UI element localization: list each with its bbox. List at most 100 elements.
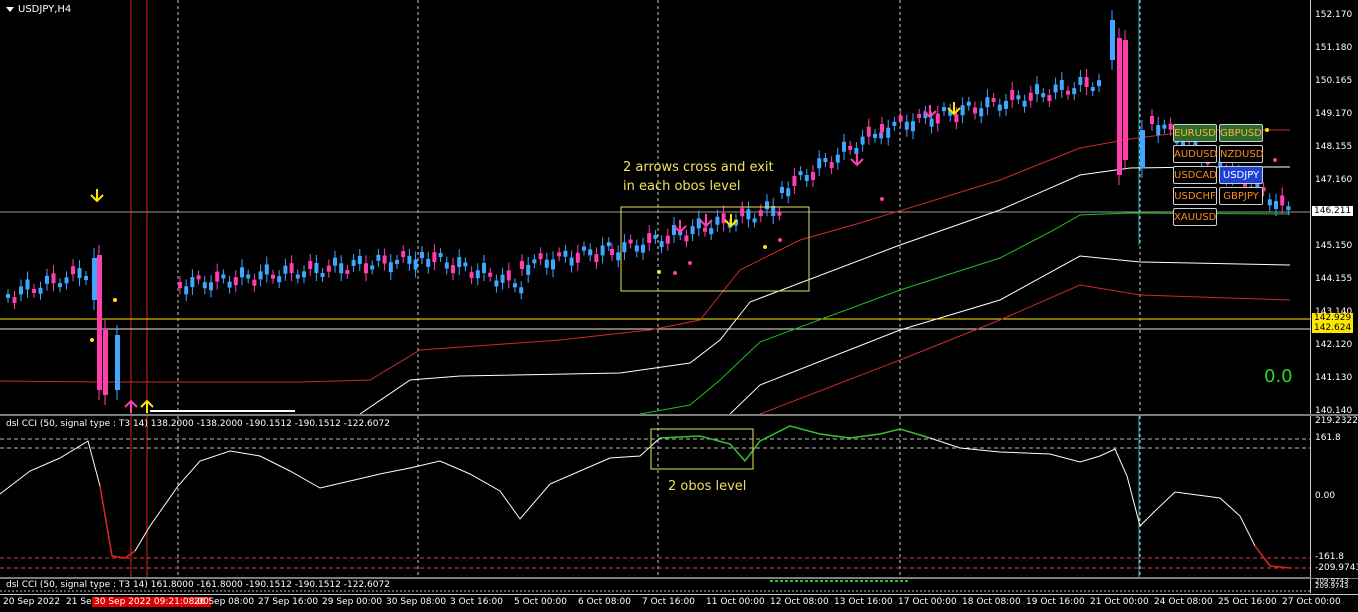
candle-body (469, 272, 474, 279)
candle-body (848, 145, 853, 150)
candle-body (51, 273, 56, 284)
candle-body (345, 269, 350, 274)
candle-body (444, 262, 449, 269)
candle-body (1090, 87, 1095, 92)
symbol-button-usdchf[interactable]: USDCHF (1173, 187, 1217, 205)
mini-indicator-pane[interactable]: dsl CCI (50, signal type : T3 14) 161.80… (0, 579, 1310, 593)
cci-tick-label: -161.8 (1315, 552, 1345, 562)
candle-body (395, 259, 399, 264)
time-tick-label: 7 Oct 16:00 (642, 597, 695, 607)
candle-body (780, 187, 784, 193)
candle-body (289, 263, 294, 274)
cci-indicator-pane[interactable]: dsl CCI (50, signal type : T3 14) 138.20… (0, 416, 1310, 578)
price-tick-label: 149.170 (1315, 109, 1353, 119)
time-tick-label: 6 Oct 08:00 (578, 597, 631, 607)
candle-body (997, 104, 1002, 111)
cci-oversold-segment (1254, 545, 1291, 569)
candle-body (659, 241, 664, 248)
candle-body (1010, 89, 1015, 100)
cci-indicator-canvas[interactable] (0, 416, 1310, 578)
candle-body (209, 282, 213, 291)
mini-indicator-label: dsl CCI (50, signal type : T3 14) 161.80… (6, 580, 390, 590)
candle-body (538, 253, 543, 260)
price-tick-label: 150.165 (1315, 76, 1353, 86)
candle-body (326, 265, 331, 272)
candle-body (991, 97, 996, 102)
candle-body (606, 242, 611, 247)
symbol-button-usdcad[interactable]: USDCAD (1173, 166, 1217, 184)
band-lower-white (729, 255, 1291, 414)
candle-body (929, 118, 934, 127)
candle-body (628, 239, 633, 244)
symbol-button-audusd[interactable]: AUDUSD (1173, 145, 1217, 163)
symbol-button-eurusd[interactable]: EURUSD (1173, 124, 1217, 142)
candle-body (25, 279, 30, 290)
price-tick-label: 141.130 (1315, 373, 1353, 383)
symbol-button-xauusd[interactable]: XAUUSD (1173, 208, 1217, 226)
main-price-axis[interactable]: 152.170 151.180 150.165 149.170 148.155 147.1… (1310, 0, 1358, 416)
price-chart-pane[interactable]: USDJPY,H4 2 arrows cross and exit in eac… (0, 0, 1310, 414)
time-axis[interactable]: 20 Sep 2022 21 Sep 30 Sep 2022 09:21:08:00… (0, 594, 1358, 612)
candle-body (364, 263, 368, 274)
candle-body (1280, 195, 1285, 206)
candle-body (594, 254, 599, 263)
symbol-button-gbpjpy[interactable]: GBPJPY (1219, 187, 1263, 205)
candle-body (1004, 100, 1008, 109)
candle-body (252, 279, 257, 286)
candle-body (1016, 95, 1021, 100)
candle-body (58, 283, 62, 288)
candle-body (569, 257, 574, 266)
chart-menu-triangle-icon[interactable] (6, 7, 14, 12)
candle-body (532, 259, 537, 264)
candle-body (935, 113, 940, 124)
candle-body (600, 245, 605, 256)
price-chart-canvas[interactable] (0, 0, 1310, 414)
time-tick-label: 19 Oct 16:00 (1026, 597, 1085, 607)
hline-tag-2: 142.624 (1312, 323, 1354, 333)
candle-body (12, 296, 17, 303)
down-arrow-icon (699, 214, 713, 228)
candle-body (38, 287, 43, 294)
cci-tick-label: -209.9743 (1315, 563, 1358, 573)
candle-body (302, 271, 306, 278)
candle-body (544, 259, 549, 268)
candle-body (1059, 79, 1064, 90)
time-tick-label: 24 Oct 08:00 (1154, 597, 1213, 607)
candle-body (616, 252, 621, 261)
candle-body (92, 258, 97, 300)
cci-price-axis[interactable]: 219.2322 161.8 0.00 -161.8 -209.9743 (1310, 416, 1358, 578)
annotation-box (650, 428, 754, 470)
candle-body (184, 286, 189, 295)
time-tick-label: 3 Oct 16:00 (450, 597, 503, 607)
price-tick-label: 145.150 (1315, 241, 1353, 251)
symbol-button-gbpusd[interactable]: GBPUSD (1219, 124, 1263, 142)
candle-body (1156, 125, 1161, 136)
symbol-button-usdjpy[interactable]: USDJPY (1219, 166, 1263, 184)
candle-body (178, 282, 182, 288)
candle-body (457, 257, 462, 268)
symbol-button-nzdusd[interactable]: NZDUSD (1219, 145, 1263, 163)
candle-body (32, 288, 36, 293)
cci-indicator-label: dsl CCI (50, signal type : T3 14) 138.20… (6, 419, 390, 429)
candle-body (388, 262, 393, 273)
time-tick-label: 13 Oct 16:00 (834, 597, 893, 607)
candle-body (258, 271, 263, 280)
candle-body (610, 249, 614, 255)
candle-body (960, 105, 965, 116)
candle-body (246, 274, 251, 279)
candle-body (494, 280, 499, 287)
candle-body (357, 255, 362, 264)
candle-body (283, 265, 288, 274)
candle-body (684, 235, 689, 242)
time-tick-label: 30 Sep 08:00 (386, 597, 447, 607)
candle-body (823, 158, 828, 163)
candle-body (1066, 90, 1070, 95)
candle-body (880, 124, 884, 132)
candle-body (407, 255, 412, 264)
candle-body (1041, 93, 1046, 98)
candle-body (582, 246, 586, 251)
candle-body (557, 252, 562, 257)
candle-body (879, 132, 884, 139)
candle-body (575, 252, 580, 263)
candle-body (1078, 76, 1083, 85)
